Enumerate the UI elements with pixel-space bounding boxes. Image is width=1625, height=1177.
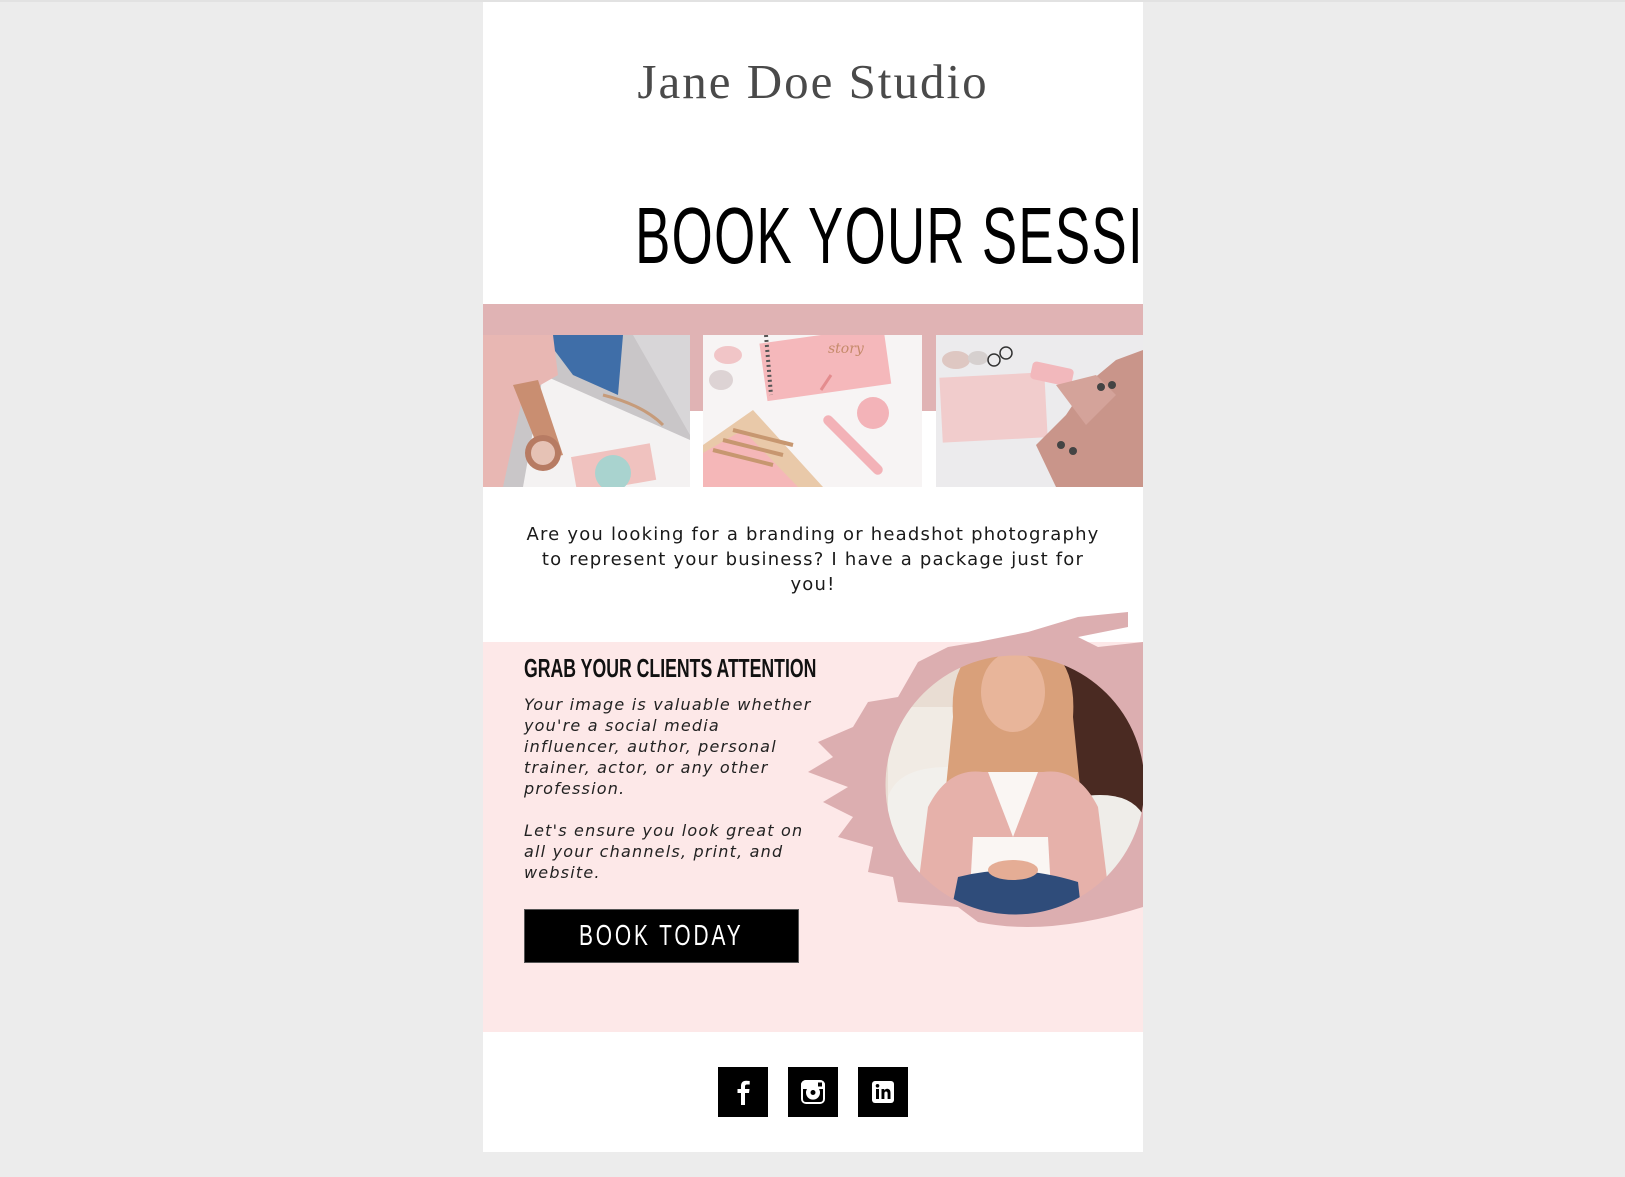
page-headline: BOOK YOUR SESSION	[483, 188, 1143, 284]
linkedin-icon	[872, 1081, 894, 1103]
book-today-button[interactable]: BOOK TODAY	[524, 909, 799, 963]
facebook-icon	[737, 1080, 750, 1105]
svg-text:story: story	[828, 341, 865, 357]
laptop-flatlay-photo	[936, 335, 1143, 487]
instagram-link[interactable]	[788, 1067, 838, 1117]
promo-paragraph: Your image is valuable whether you're a …	[524, 695, 812, 798]
notebook-flatlay-photo: story	[703, 335, 922, 487]
promo-title-text: GRAB YOUR CLIENTS ATTENTION	[524, 653, 817, 683]
linkedin-link[interactable]	[858, 1067, 908, 1117]
intro-paragraph: Are you looking for a branding or headsh…	[526, 524, 1100, 595]
headline-text: BOOK YOUR SESSION	[635, 191, 1143, 280]
promo-title: GRAB YOUR CLIENTS ATTENTION	[524, 652, 954, 684]
coffee-flatlay-photo	[483, 335, 690, 487]
instagram-icon	[801, 1080, 825, 1104]
book-today-label: BOOK TODAY	[579, 919, 744, 952]
email-template: Jane Doe Studio BOOK YOUR SESSION story	[483, 2, 1143, 1152]
facebook-link[interactable]	[718, 1067, 768, 1117]
brand-name: Jane Doe Studio	[637, 54, 989, 109]
promo-paragraph: Let's ensure you look great on all your …	[524, 821, 804, 882]
promo-body: Your image is valuable whether you're a …	[524, 694, 814, 904]
